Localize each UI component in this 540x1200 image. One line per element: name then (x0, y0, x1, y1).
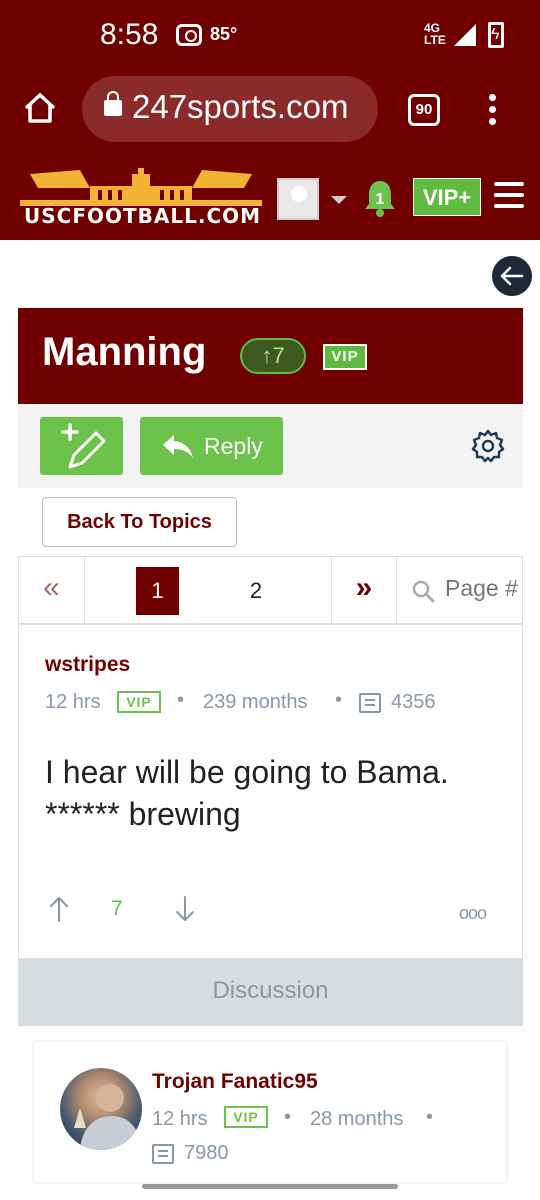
next-page-button[interactable]: » (331, 557, 397, 623)
search-icon (412, 580, 435, 603)
post-card: wstripes 12 hrs VIP • 239 months • 4356 … (18, 624, 523, 960)
home-icon[interactable] (22, 90, 58, 126)
reply-author-avatar[interactable] (60, 1068, 142, 1150)
post-author[interactable]: wstripes (45, 653, 130, 677)
downvote-arrow-icon[interactable] (173, 895, 197, 923)
meta-dot-separator: • (426, 1106, 434, 1128)
discussion-header: Discussion (18, 958, 523, 1026)
thread-title: Manning (42, 330, 207, 374)
vip-plus-button[interactable]: VIP+ (413, 178, 481, 216)
reply-card: Trojan Fanatic95 12 hrs VIP • 28 months … (34, 1042, 506, 1182)
battery-icon (488, 22, 504, 48)
user-avatar[interactable] (277, 178, 319, 220)
more-options-icon[interactable]: ooo (459, 903, 487, 924)
back-to-topics-button[interactable]: Back To Topics (42, 497, 237, 547)
pencil-plus-icon (61, 423, 106, 469)
gear-icon[interactable] (470, 428, 506, 464)
browser-toolbar: 247sports.com 90 (0, 70, 540, 160)
reply-arrow-icon (163, 435, 193, 458)
status-time: 8:58 (100, 18, 159, 51)
meta-dot-separator: • (335, 689, 343, 711)
vip-badge: VIP (323, 344, 367, 370)
meta-dot-separator: • (177, 689, 185, 711)
url-text[interactable]: 247sports.com (132, 88, 348, 126)
notification-count: 1 (376, 191, 385, 208)
post-time: 12 hrs (45, 691, 101, 713)
thread-header: Manning ↑7 VIP (18, 308, 523, 404)
thread-vote-badge: ↑7 (240, 338, 306, 374)
previous-page-button[interactable]: « (19, 557, 85, 623)
site-logo[interactable]: USCFOOTBALL.COM (20, 166, 262, 228)
author-vip-badge: VIP (117, 691, 161, 713)
comment-icon (359, 693, 381, 713)
reply-time: 12 hrs (152, 1108, 208, 1130)
page-number-input[interactable] (445, 575, 523, 602)
status-bar: 8:58 85° 4G LTE (0, 0, 540, 70)
browser-menu-icon[interactable] (486, 94, 498, 128)
coliseum-logo-icon (20, 168, 262, 206)
page-2-button[interactable]: 2 (241, 567, 271, 615)
lock-icon (104, 91, 122, 116)
reply-button[interactable]: Reply (140, 417, 283, 475)
post-body: I hear will be going to Bama. ****** bre… (45, 754, 449, 832)
bell-icon[interactable]: 1 (362, 178, 398, 218)
status-temperature: 85° (210, 24, 238, 44)
reply-label: Reply (204, 433, 263, 459)
signal-icon (454, 24, 476, 46)
tab-switcher-button[interactable]: 90 (408, 94, 440, 126)
comment-icon (152, 1144, 174, 1164)
camera-status-icon (176, 24, 202, 46)
gesture-nav-handle[interactable] (142, 1184, 398, 1189)
hamburger-menu-icon[interactable] (494, 182, 524, 210)
page-1-button[interactable]: 1 (136, 567, 179, 615)
new-post-button[interactable] (40, 417, 123, 475)
reply-vip-badge: VIP (224, 1106, 268, 1128)
upvote-arrow-icon[interactable] (47, 895, 71, 923)
network-type-label: 4G LTE (424, 22, 446, 46)
logo-text: USCFOOTBALL.COM (24, 204, 260, 228)
reply-author-name[interactable]: Trojan Fanatic95 (152, 1070, 318, 1094)
author-tenure: 239 months (203, 691, 308, 713)
thread-action-bar: Reply (18, 404, 523, 488)
site-header: USCFOOTBALL.COM 1 VIP+ (0, 160, 540, 240)
pagination: « 1 2 » (18, 556, 523, 624)
chevron-down-icon[interactable] (331, 196, 347, 204)
reply-author-tenure: 28 months (310, 1108, 404, 1130)
author-post-count: 4356 (391, 691, 436, 713)
back-arrow-icon[interactable] (492, 256, 532, 296)
post-vote-count: 7 (111, 897, 123, 920)
reply-author-post-count: 7980 (184, 1142, 229, 1164)
network-lte: LTE (424, 33, 446, 47)
meta-dot-separator: • (284, 1106, 292, 1128)
